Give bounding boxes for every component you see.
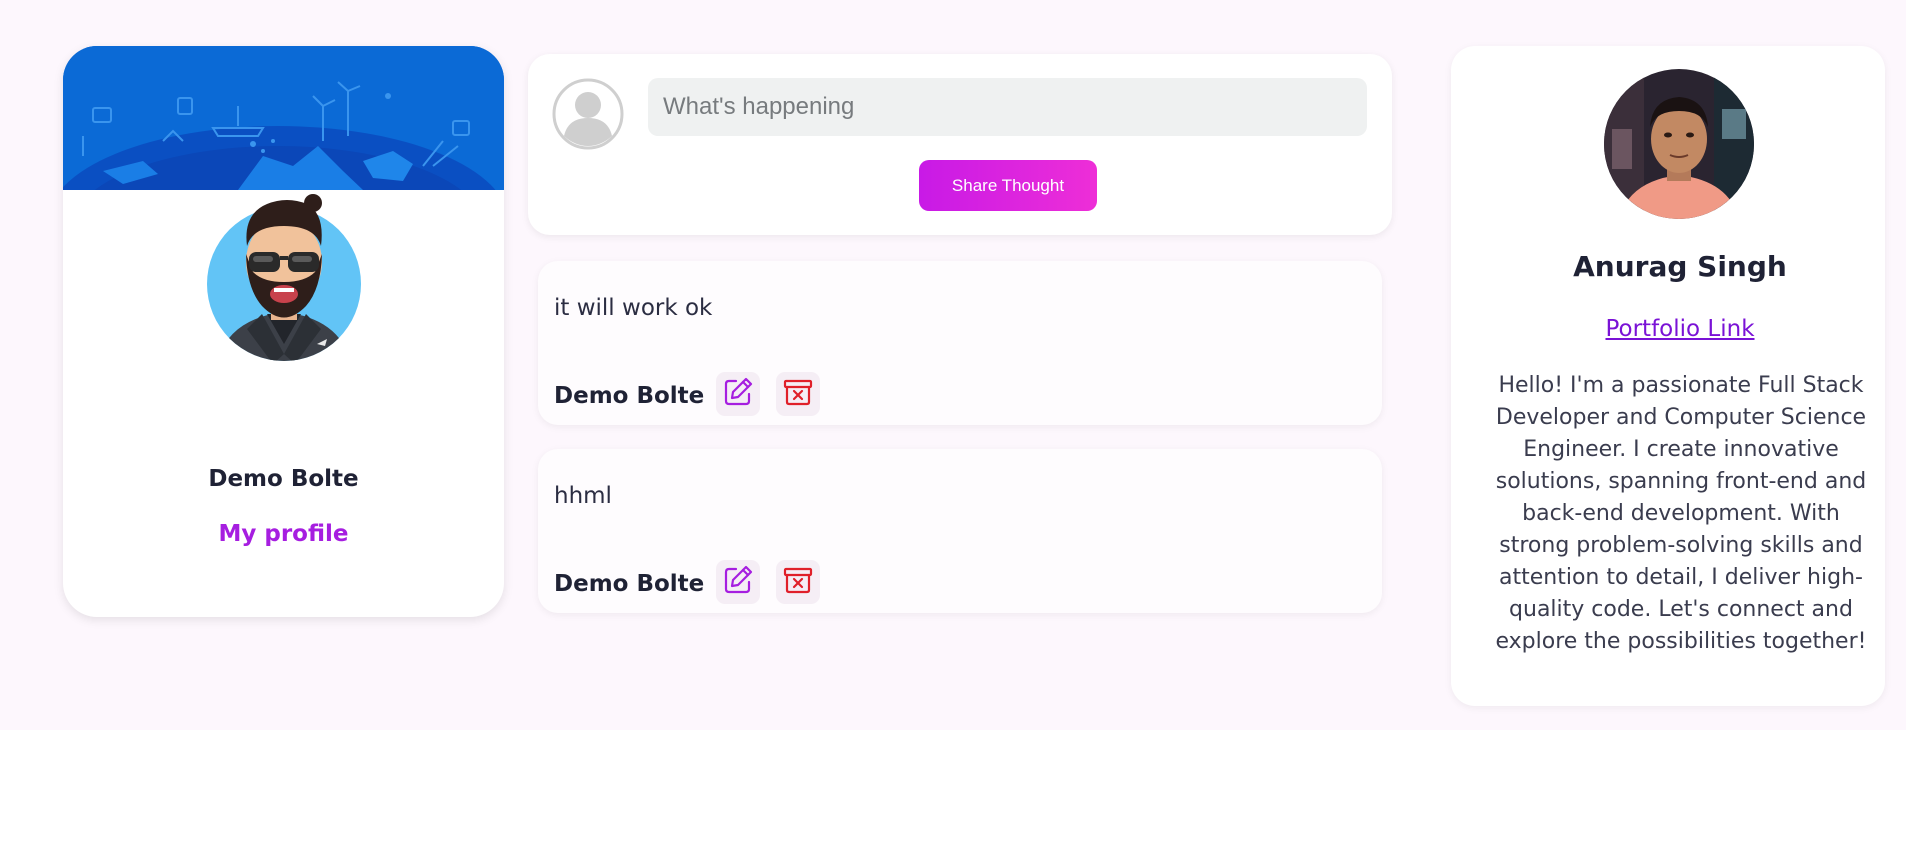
portfolio-link[interactable]: Portfolio Link	[1451, 316, 1906, 342]
profile-banner-illustration	[63, 46, 504, 190]
archive-delete-icon	[782, 376, 814, 412]
edit-button[interactable]	[716, 560, 760, 604]
post-card: hhml Demo Bolte	[538, 449, 1382, 613]
share-thought-button[interactable]: Share Thought	[919, 160, 1097, 211]
post-composer: Share Thought	[528, 54, 1392, 235]
avatar	[207, 194, 361, 416]
default-user-icon	[552, 78, 624, 150]
post-author: Demo Bolte	[554, 383, 705, 409]
profile-card: Demo Bolte My profile	[63, 46, 504, 617]
profile-name: Demo Bolte	[208, 466, 359, 492]
post-card: it will work ok Demo Bolte	[538, 261, 1382, 425]
my-profile-link[interactable]: My profile	[63, 521, 504, 547]
post-text: hhml	[554, 483, 612, 509]
post-text: it will work ok	[554, 295, 713, 321]
author-photo	[1604, 69, 1754, 219]
about-card: Anurag Singh Portfolio Link Hello! I'm a…	[1451, 46, 1885, 706]
edit-icon	[722, 564, 754, 600]
edit-button[interactable]	[716, 372, 760, 416]
author-name: Anurag Singh	[1573, 250, 1787, 283]
delete-button[interactable]	[776, 560, 820, 604]
archive-delete-icon	[782, 564, 814, 600]
post-author: Demo Bolte	[554, 571, 705, 597]
edit-icon	[722, 376, 754, 412]
author-bio: Hello! I'm a passionate Full Stack Devel…	[1495, 373, 1867, 654]
delete-button[interactable]	[776, 372, 820, 416]
thought-input[interactable]	[648, 78, 1367, 136]
